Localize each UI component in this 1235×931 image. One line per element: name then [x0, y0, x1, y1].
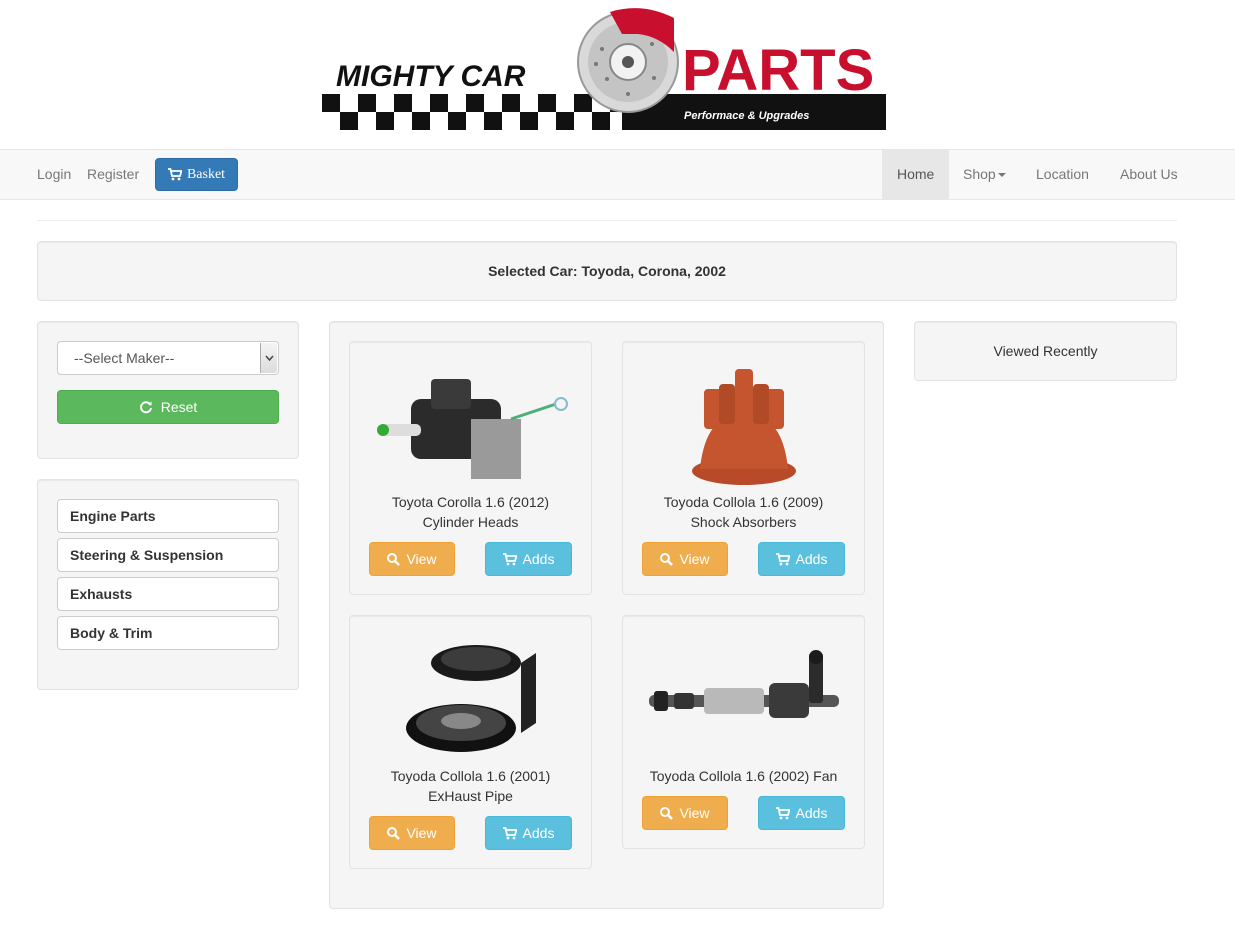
add-label: Adds: [795, 805, 828, 821]
view-button[interactable]: View: [642, 796, 728, 830]
reset-label: Reset: [160, 399, 198, 415]
product-image[interactable]: [350, 628, 591, 768]
view-label: View: [406, 551, 437, 567]
site-logo[interactable]: MIGHTY CAR PARTS Performace & Upgrades: [322, 4, 888, 134]
refresh-icon: [139, 401, 152, 414]
product-title: Toyota Corolla 1.6 (2012) Cylinder Heads: [350, 492, 591, 532]
view-label: View: [679, 551, 710, 567]
brand-tagline: Performace & Upgrades: [684, 110, 809, 122]
search-icon: [387, 552, 401, 566]
search-icon: [387, 826, 401, 840]
view-button[interactable]: View: [369, 542, 455, 576]
product-title: Toyoda Collola 1.6 (2001) ExHaust Pipe: [350, 766, 591, 806]
filter-panel: --Select Maker-- Reset: [37, 321, 299, 459]
add-to-cart-button[interactable]: Adds: [758, 542, 845, 576]
brand-name-part1: MIGHTY CAR: [336, 60, 526, 93]
top-navbar: Login Register Basket Home Shop Location…: [0, 149, 1235, 200]
selected-car-banner: Selected Car: Toyoda, Corona, 2002: [37, 241, 1177, 301]
category-item-steering-suspension[interactable]: Steering & Suspension: [57, 538, 279, 572]
product-category: Shock Absorbers: [690, 514, 797, 530]
category-item-body-trim[interactable]: Body & Trim: [57, 616, 279, 650]
maker-select-value: --Select Maker--: [74, 350, 175, 366]
steering-rack-part-icon: [648, 650, 839, 718]
cart-icon: [775, 552, 790, 565]
nav-shop-dropdown[interactable]: Shop: [963, 150, 1006, 199]
product-card: Toyoda Collola 1.6 (2001) ExHaust Pipe V…: [349, 615, 592, 869]
cylinder-head-part-icon: [376, 379, 568, 479]
cart-icon: [502, 552, 517, 565]
add-label: Adds: [522, 551, 555, 567]
basket-label: Basket: [186, 166, 226, 182]
product-image[interactable]: [623, 628, 864, 768]
divider: [37, 220, 1177, 221]
add-to-cart-button[interactable]: Adds: [485, 542, 572, 576]
cart-icon: [775, 806, 790, 819]
caret-down-icon: [997, 173, 1006, 178]
product-name: Toyota Corolla 1.6 (2012): [391, 494, 550, 510]
viewed-recently-panel: Viewed Recently: [914, 321, 1177, 381]
cart-icon: [167, 168, 182, 181]
horn-part-icon: [405, 645, 536, 752]
product-name: Toyoda Collola 1.6 (2002) Fan: [649, 768, 838, 784]
product-image[interactable]: [623, 354, 864, 494]
brake-disc-icon: [577, 8, 679, 113]
maker-select[interactable]: --Select Maker--: [57, 341, 279, 375]
product-image[interactable]: [350, 354, 591, 494]
category-item-exhausts[interactable]: Exhausts: [57, 577, 279, 611]
nav-location-link[interactable]: Location: [1036, 150, 1089, 199]
add-to-cart-button[interactable]: Adds: [758, 796, 845, 830]
basket-button[interactable]: Basket: [155, 158, 238, 191]
add-to-cart-button[interactable]: Adds: [485, 816, 572, 850]
nav-about-link[interactable]: About Us: [1120, 150, 1178, 199]
product-category: ExHaust Pipe: [428, 788, 513, 804]
products-panel: Toyota Corolla 1.6 (2012) Cylinder Heads…: [329, 321, 884, 909]
nav-shop-label: Shop: [963, 166, 996, 182]
nav-login-link[interactable]: Login: [37, 150, 71, 199]
product-name: Toyoda Collola 1.6 (2009): [663, 494, 824, 510]
view-label: View: [679, 805, 710, 821]
distributor-cap-part-icon: [691, 369, 796, 485]
add-label: Adds: [795, 551, 828, 567]
nav-register-link[interactable]: Register: [87, 150, 139, 199]
product-card: Toyota Corolla 1.6 (2012) Cylinder Heads…: [349, 341, 592, 595]
reset-button[interactable]: Reset: [57, 390, 279, 424]
view-button[interactable]: View: [369, 816, 455, 850]
product-name: Toyoda Collola 1.6 (2001): [390, 768, 551, 784]
category-item-engine-parts[interactable]: Engine Parts: [57, 499, 279, 533]
add-label: Adds: [522, 825, 555, 841]
view-label: View: [406, 825, 437, 841]
cart-icon: [502, 826, 517, 839]
selected-car-text: Selected Car: Toyoda, Corona, 2002: [488, 263, 726, 279]
logo-graphic: MIGHTY CAR PARTS Performace & Upgrades: [322, 8, 886, 130]
product-card: Toyoda Collola 1.6 (2002) Fan View Adds: [622, 615, 865, 849]
product-title: Toyoda Collola 1.6 (2002) Fan: [623, 766, 864, 786]
category-panel: Engine Parts Steering & Suspension Exhau…: [37, 479, 299, 690]
product-category: Cylinder Heads: [422, 514, 519, 530]
chevron-down-icon: [260, 343, 277, 373]
viewed-recently-title: Viewed Recently: [993, 343, 1098, 359]
view-button[interactable]: View: [642, 542, 728, 576]
product-card: Toyoda Collola 1.6 (2009) Shock Absorber…: [622, 341, 865, 595]
nav-home-link[interactable]: Home: [882, 150, 950, 199]
search-icon: [660, 552, 674, 566]
search-icon: [660, 806, 674, 820]
product-title: Toyoda Collola 1.6 (2009) Shock Absorber…: [623, 492, 864, 532]
brand-name-part2: PARTS: [682, 38, 874, 103]
